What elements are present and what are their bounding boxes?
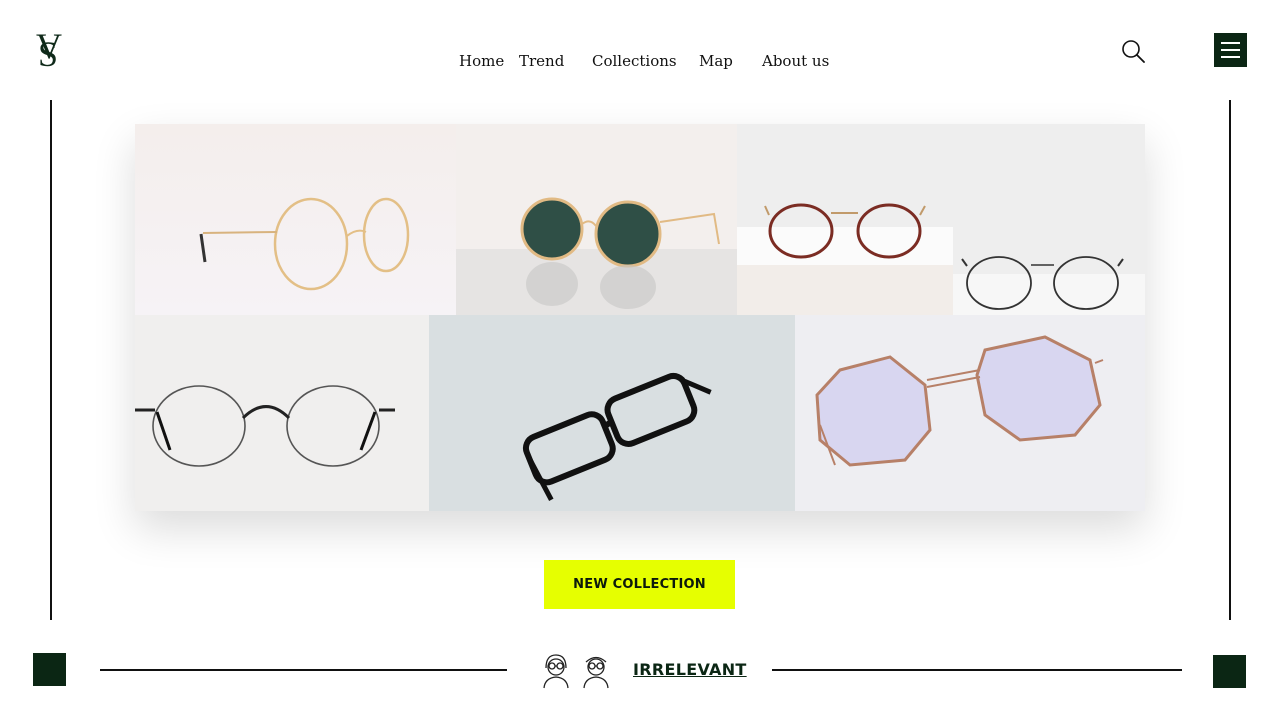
nav-trend[interactable]: Trend <box>519 52 564 70</box>
new-collection-button[interactable]: NEW COLLECTION <box>544 560 735 609</box>
hamburger-menu-icon[interactable] <box>1214 33 1247 67</box>
gallery-image-thin-round[interactable] <box>135 315 429 511</box>
gallery-image-two-frames[interactable] <box>737 124 1145 315</box>
nav-home[interactable]: Home <box>459 52 504 70</box>
irrelevant-link[interactable]: IRRELEVANT <box>633 660 747 679</box>
gallery-image-black-rectangular[interactable] <box>429 315 795 511</box>
gallery-image-sunglasses[interactable] <box>456 124 737 315</box>
gallery-image-octagonal[interactable] <box>795 315 1145 511</box>
couple-with-glasses-icon <box>540 650 616 690</box>
gallery-image-gold-round[interactable] <box>135 124 456 315</box>
nav-collections[interactable]: Collections <box>592 52 677 70</box>
right-divider <box>1229 100 1231 620</box>
corner-square-right <box>1213 655 1246 688</box>
eyewear-gallery <box>135 124 1145 511</box>
search-icon[interactable] <box>1120 38 1148 66</box>
nav-map[interactable]: Map <box>699 52 733 70</box>
left-divider <box>50 100 52 620</box>
nav-about-us[interactable]: About us <box>762 52 829 70</box>
footer-line-left <box>100 669 507 671</box>
corner-square-left <box>33 653 66 686</box>
footer-line-right <box>772 669 1182 671</box>
main-nav: Home Trend Collections Map About us <box>0 52 1280 74</box>
